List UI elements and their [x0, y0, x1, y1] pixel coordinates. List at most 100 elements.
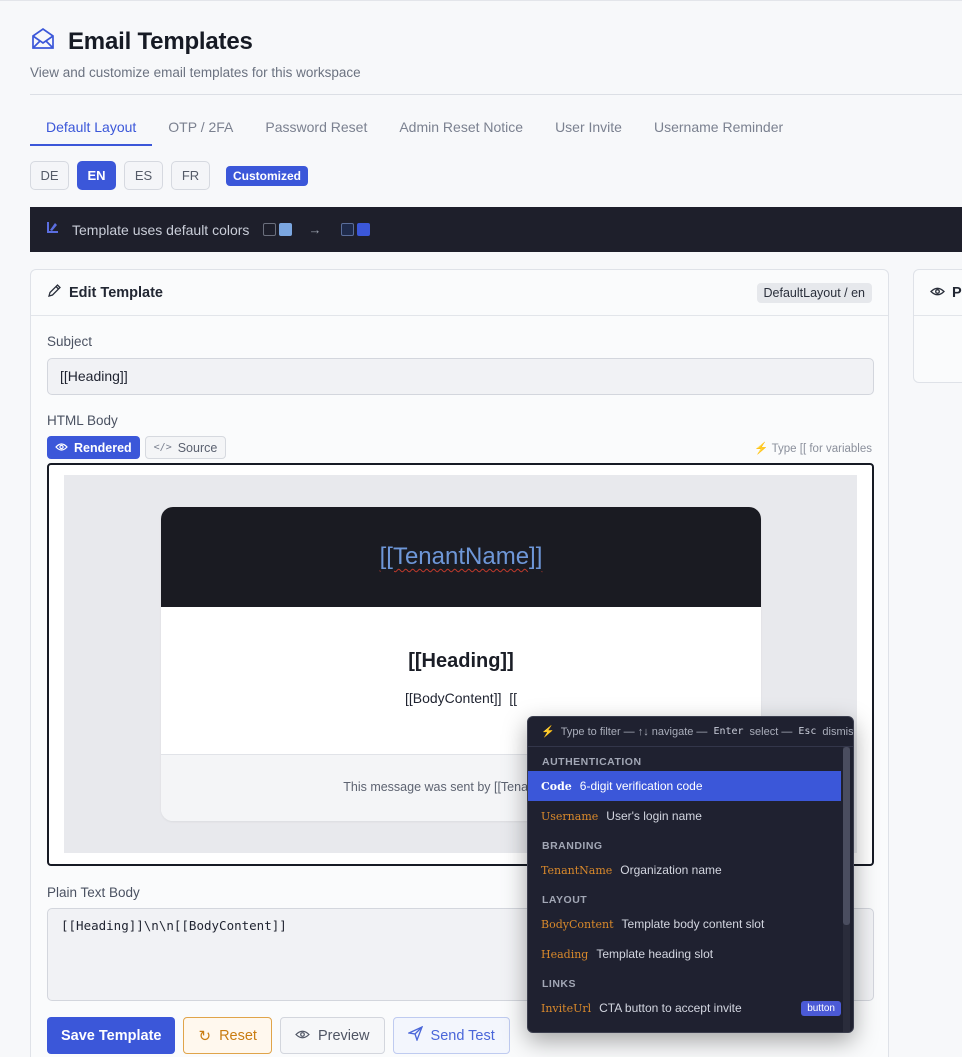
group-authentication: AUTHENTICATION — [542, 756, 642, 768]
eye-icon — [295, 1028, 310, 1044]
subject-label: Subject — [47, 334, 93, 349]
variable-desc: CTA button to accept invite — [599, 1001, 742, 1015]
preview-card-header: Pr — [914, 270, 962, 316]
edit-card-title: Edit Template — [69, 284, 163, 301]
save-template-button[interactable]: Save Template — [47, 1017, 176, 1054]
group-layout: LAYOUT — [542, 894, 588, 906]
mail-icon — [30, 26, 56, 57]
header-divider — [30, 94, 962, 95]
top-divider — [0, 0, 962, 1]
tab-default-layout[interactable]: Default Layout — [30, 108, 153, 146]
send-test-label: Send Test — [430, 1027, 495, 1044]
variable-option-code[interactable]: Code 6-digit verification code — [528, 771, 841, 801]
edit-card-header: Edit Template DefaultLayout / en — [31, 270, 888, 316]
variable-desc: Template heading slot — [596, 947, 714, 961]
autocomplete-dismiss-text: dismiss — [822, 725, 854, 738]
code-icon: </> — [153, 442, 172, 453]
variable-key: Username — [541, 809, 599, 823]
variable-key: TenantName — [541, 863, 613, 877]
email-body-content[interactable]: [[BodyContent]] [[ — [161, 690, 761, 706]
lang-en-button[interactable]: EN — [77, 161, 116, 190]
tab-admin-reset-notice[interactable]: Admin Reset Notice — [383, 108, 539, 146]
autocomplete-hint-text: Type to filter — ↑↓ navigate — — [560, 725, 708, 738]
email-tenant-name: [[TenantName]] — [379, 543, 543, 570]
reset-button[interactable]: ↻ Reset — [183, 1017, 272, 1054]
bolt-icon: ⚡ — [754, 443, 769, 455]
variable-type-tag: button — [801, 1000, 841, 1016]
variable-desc: 6-digit verification code — [579, 779, 703, 793]
enter-key: Enter — [713, 726, 744, 737]
subject-input[interactable]: [[Heading]] — [47, 358, 874, 395]
send-test-button[interactable]: Send Test — [392, 1017, 510, 1054]
autocomplete-hint: ⚡ Type to filter — ↑↓ navigate — Enter s… — [528, 717, 853, 747]
color-notice-bar: Template uses default colors → — [30, 207, 962, 252]
variable-desc: Template body content slot — [621, 917, 765, 931]
preview-card: Pr — [913, 269, 962, 383]
esc-key: Esc — [798, 726, 817, 737]
bolt-icon: ⚡ — [541, 726, 555, 738]
page-header: Email Templates — [30, 26, 253, 57]
to-swatches — [341, 223, 371, 236]
html-body-label: HTML Body — [47, 413, 118, 428]
reset-label: Reset — [219, 1027, 257, 1044]
autocomplete-scroll-thumb[interactable] — [843, 747, 850, 925]
variables-hint-text: Type [[ for variables — [771, 443, 872, 455]
rendered-mode-button[interactable]: Rendered — [47, 436, 140, 459]
variable-option-tenantname[interactable]: TenantName Organization name — [528, 855, 841, 885]
preview-label: Preview — [317, 1027, 370, 1044]
from-swatches — [263, 223, 293, 236]
variable-key: InviteUrl — [541, 1001, 592, 1015]
source-mode-button[interactable]: </> Source — [144, 436, 227, 459]
eye-icon — [930, 285, 945, 301]
variable-option-username[interactable]: Username User's login name — [528, 801, 841, 831]
variable-option-inviteurl[interactable]: InviteUrl CTA button to accept invite bu… — [528, 993, 841, 1023]
group-links: LINKS — [542, 978, 576, 990]
color-notice-text: Template uses default colors — [72, 221, 250, 238]
preview-card-title: Pr — [952, 284, 962, 301]
template-tabs: Default Layout OTP / 2FA Password Reset … — [30, 108, 962, 146]
tab-username-reminder[interactable]: Username Reminder — [638, 108, 799, 146]
palette-icon — [46, 220, 60, 239]
send-icon — [406, 1025, 423, 1045]
action-bar: Save Template ↻ Reset Preview Send Test — [47, 1017, 510, 1054]
body-mode-toggle: Rendered </> Source — [47, 436, 227, 459]
template-path-badge: DefaultLayout / en — [756, 282, 872, 303]
variable-autocomplete: ⚡ Type to filter — ↑↓ navigate — Enter s… — [527, 716, 854, 1033]
swatch-to-2 — [357, 223, 371, 236]
page-title: Email Templates — [68, 27, 253, 55]
swatch-to-1 — [341, 223, 355, 236]
variable-desc: Organization name — [620, 863, 722, 877]
variable-key: BodyContent — [541, 917, 614, 931]
tab-user-invite[interactable]: User Invite — [539, 108, 638, 146]
plain-text-label: Plain Text Body — [47, 885, 140, 900]
customized-badge: Customized — [226, 165, 309, 186]
autocomplete-scrollbar[interactable] — [843, 747, 850, 1032]
variable-key: Code — [541, 779, 572, 793]
language-selector: DE EN ES FR Customized — [30, 161, 309, 190]
variable-option-bodycontent[interactable]: BodyContent Template body content slot — [528, 909, 841, 939]
pencil-icon — [47, 283, 62, 302]
variable-key: Heading — [541, 947, 589, 961]
edit-card-title-wrap: Edit Template — [47, 283, 163, 302]
variable-desc: User's login name — [606, 809, 702, 823]
autocomplete-select-text: select — — [749, 725, 793, 738]
lang-de-button[interactable]: DE — [30, 161, 69, 190]
group-branding: BRANDING — [542, 840, 603, 852]
email-heading: [[Heading]] — [408, 650, 514, 672]
lang-fr-button[interactable]: FR — [171, 161, 210, 190]
rendered-label: Rendered — [74, 440, 132, 455]
arrow-right-icon: → — [308, 222, 322, 237]
tab-otp-2fa[interactable]: OTP / 2FA — [152, 108, 249, 146]
page-subtitle: View and customize email templates for t… — [30, 65, 361, 80]
variables-hint: ⚡ Type [[ for variables — [754, 441, 872, 455]
source-label: Source — [177, 440, 218, 455]
reset-icon: ↻ — [198, 1027, 212, 1045]
tab-password-reset[interactable]: Password Reset — [249, 108, 383, 146]
lang-es-button[interactable]: ES — [124, 161, 163, 190]
eye-icon — [55, 441, 68, 455]
email-header: [[TenantName]] — [161, 507, 761, 607]
swatch-from-2 — [279, 223, 293, 236]
variable-option-heading[interactable]: Heading Template heading slot — [528, 939, 841, 969]
preview-button[interactable]: Preview — [279, 1017, 385, 1054]
swatch-from-1 — [263, 223, 277, 236]
